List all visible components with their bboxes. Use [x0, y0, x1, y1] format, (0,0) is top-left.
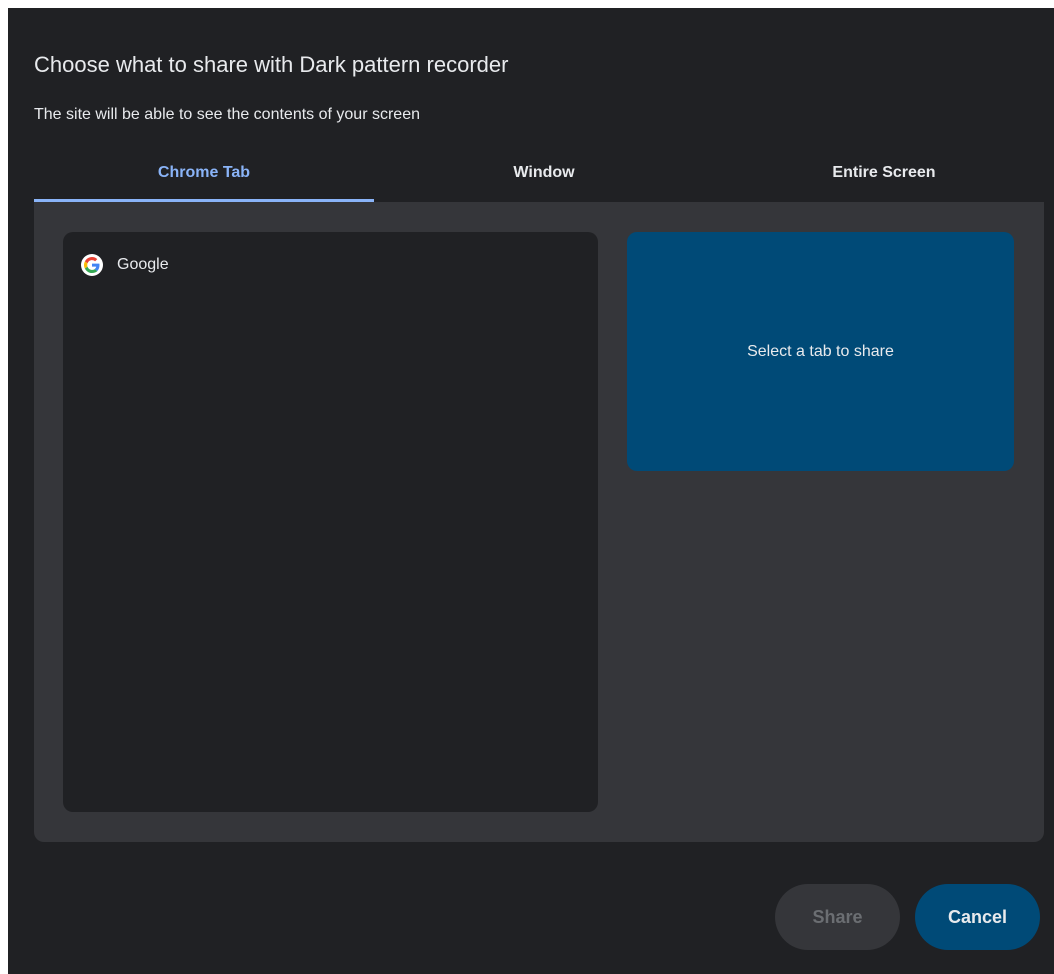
google-favicon-icon	[81, 254, 103, 276]
tab-window[interactable]: Window	[374, 154, 714, 202]
preview-message: Select a tab to share	[747, 342, 894, 360]
source-tabs: Chrome Tab Window Entire Screen	[34, 154, 1054, 202]
preview-area: Select a tab to share	[627, 232, 1014, 471]
list-item-label: Google	[117, 256, 169, 273]
tab-list: Google	[63, 232, 598, 812]
share-dialog: Choose what to share with Dark pattern r…	[8, 8, 1054, 974]
share-button[interactable]: Share	[775, 884, 900, 950]
dialog-subtitle: The site will be able to see the content…	[34, 106, 420, 123]
cancel-button[interactable]: Cancel	[915, 884, 1040, 950]
tab-entire-screen[interactable]: Entire Screen	[714, 154, 1054, 202]
tab-chrome-tab[interactable]: Chrome Tab	[34, 154, 374, 202]
tab-panel: Google Select a tab to share	[34, 202, 1044, 842]
list-item-google[interactable]: Google	[81, 254, 169, 276]
dialog-title: Choose what to share with Dark pattern r…	[34, 52, 509, 77]
